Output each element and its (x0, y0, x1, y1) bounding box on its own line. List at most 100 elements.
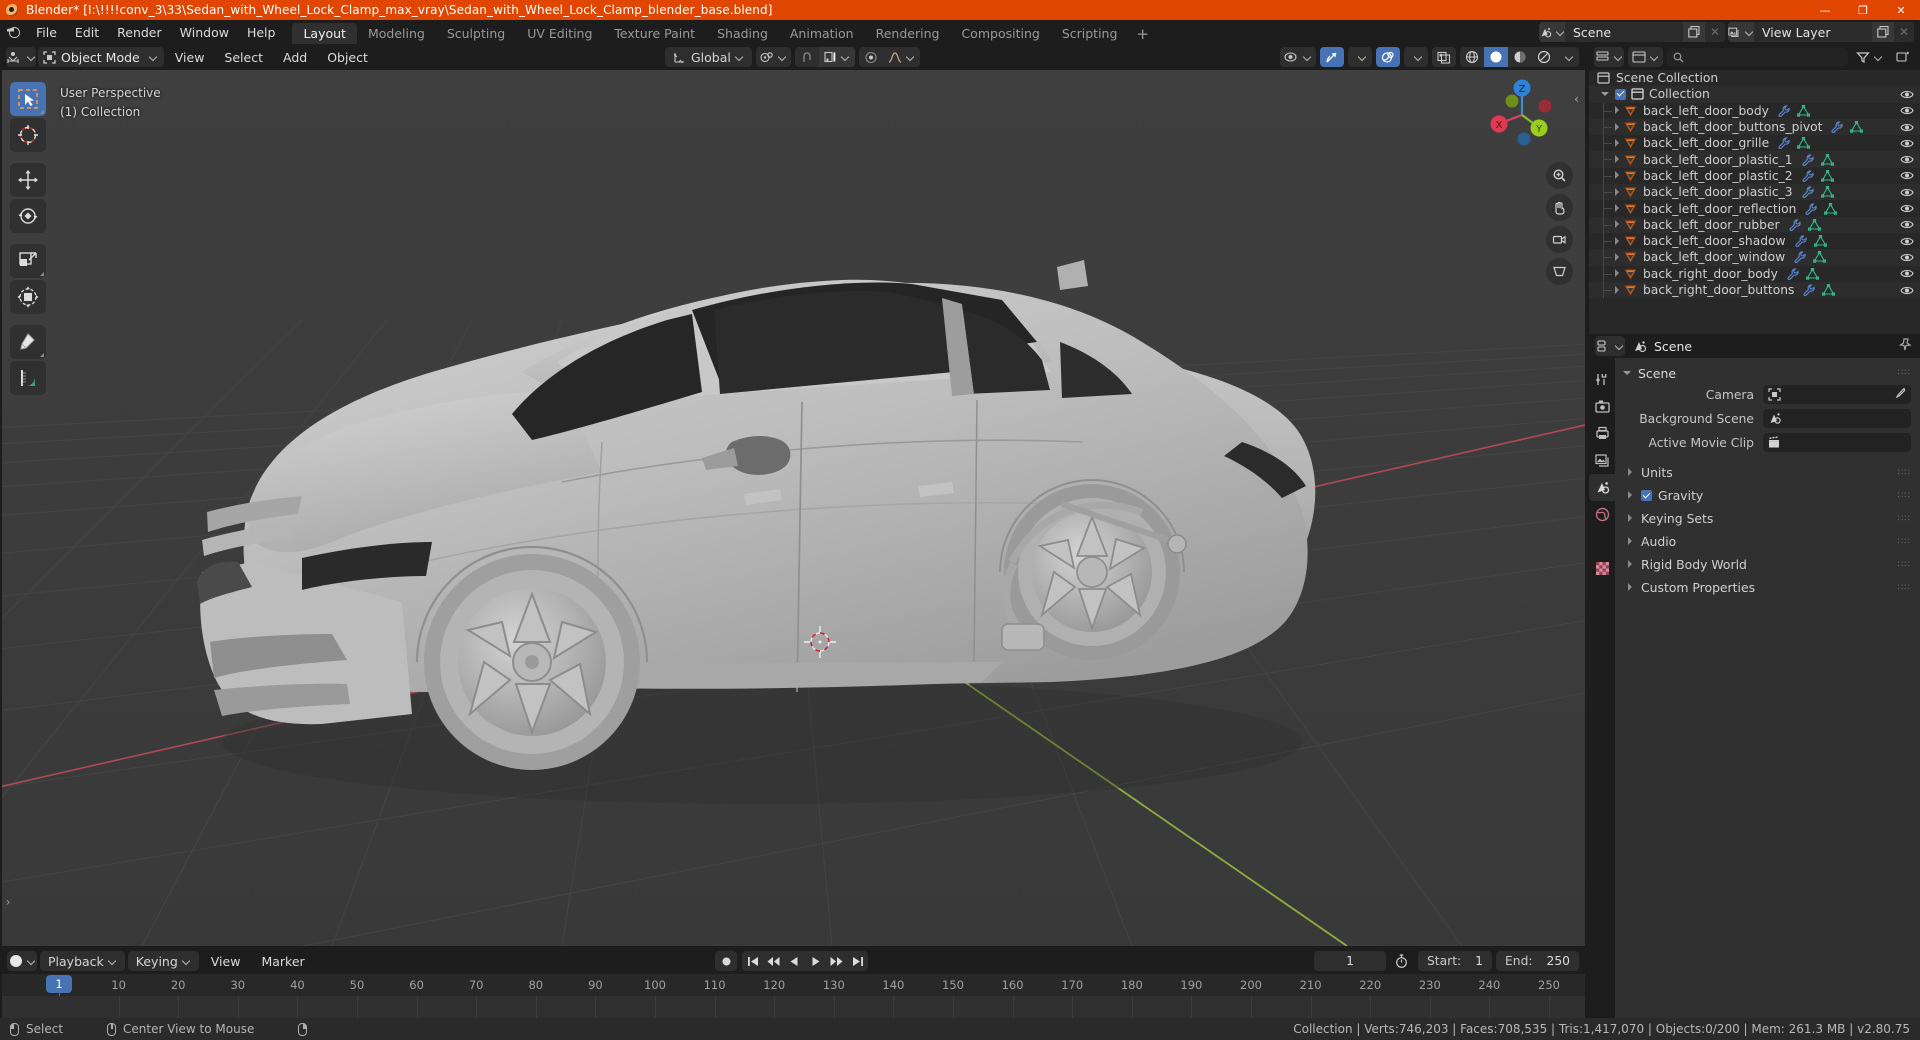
viewport-toolbar-toggle[interactable]: › (2, 892, 14, 912)
object-expand-arrow[interactable] (1613, 138, 1622, 148)
viewport-menu-view[interactable]: View (166, 47, 214, 67)
section-expand-arrow[interactable] (1626, 468, 1635, 477)
properties-section-header[interactable]: Custom Properties ∷∷ (1615, 577, 1920, 598)
move-tool[interactable] (10, 163, 46, 197)
properties-section-header[interactable]: Gravity ∷∷ (1615, 485, 1920, 506)
scene-panel-header[interactable]: Scene ∷∷ (1615, 362, 1920, 384)
viewport-menu-object[interactable]: Object (318, 47, 377, 67)
new-view-layer-button[interactable] (1872, 22, 1894, 42)
outliner-object-row[interactable]: back_right_door_buttons (1589, 281, 1920, 299)
timeline-menu-keying[interactable]: Keying (127, 951, 199, 971)
mesh-data-icon[interactable] (1824, 202, 1838, 215)
shading-wireframe-button[interactable] (1460, 47, 1484, 67)
mesh-data-icon[interactable] (1850, 121, 1864, 133)
jump-to-prev-keyframe-button[interactable] (763, 951, 784, 971)
transform-tool[interactable] (10, 280, 46, 314)
object-visibility-toggle[interactable] (1900, 170, 1914, 181)
jump-to-end-button[interactable] (847, 951, 868, 971)
section-expand-arrow[interactable] (1626, 537, 1635, 546)
scale-tool[interactable] (10, 244, 46, 278)
tab-uv-editing[interactable]: UV Editing (516, 23, 603, 44)
scene-selector[interactable]: Scene ✕ (1539, 22, 1725, 42)
modifier-wrench-icon[interactable] (1778, 137, 1790, 150)
viewport-canvas[interactable]: User Perspective (1) Collection Z X Y ‹ … (2, 70, 1585, 946)
properties-section-header[interactable]: Audio ∷∷ (1615, 531, 1920, 552)
modifier-wrench-icon[interactable] (1831, 121, 1844, 134)
select-box-tool[interactable] (10, 82, 46, 116)
outliner-object-row[interactable]: back_left_door_plastic_3 (1589, 184, 1920, 201)
properties-section-header[interactable]: Rigid Body World ∷∷ (1615, 554, 1920, 575)
tab-render[interactable] (1589, 393, 1615, 420)
add-workspace-button[interactable]: + (1128, 23, 1157, 44)
timeline-ruler[interactable]: 10 20 30 40 50 60 70 80 90 100 110 120 130 140 150 160 1… (2, 974, 1585, 996)
mesh-data-icon[interactable] (1820, 153, 1834, 166)
mesh-data-icon[interactable] (1797, 137, 1811, 150)
start-frame-field[interactable]: Start: 1 (1417, 951, 1492, 971)
object-visibility-toggle[interactable] (1900, 219, 1914, 230)
tab-modeling[interactable]: Modeling (357, 23, 436, 44)
timeline-editor-type[interactable] (7, 951, 37, 971)
section-expand-arrow[interactable] (1626, 491, 1635, 500)
jump-to-next-keyframe-button[interactable] (826, 951, 847, 971)
rotate-tool[interactable] (10, 199, 46, 233)
modifier-wrench-icon[interactable] (1789, 219, 1801, 231)
timeline-menu-view[interactable]: View (202, 951, 250, 971)
object-visibility-toggle[interactable] (1900, 154, 1914, 165)
object-expand-arrow[interactable] (1613, 122, 1622, 132)
outliner-search-field[interactable] (1667, 48, 1848, 66)
timeline-menu-playback[interactable]: Playback (40, 951, 125, 971)
object-expand-arrow[interactable] (1613, 155, 1622, 164)
proportional-edit-toggle[interactable] (859, 47, 883, 67)
section-expand-arrow[interactable] (1626, 583, 1635, 592)
end-frame-field[interactable]: End: 250 (1496, 951, 1579, 971)
mesh-data-icon[interactable] (1820, 169, 1834, 182)
object-visibility-toggle[interactable] (1900, 236, 1914, 247)
tab-texture-paint[interactable]: Texture Paint (603, 23, 706, 44)
menu-edit[interactable]: Edit (66, 22, 108, 42)
tab-animation[interactable]: Animation (779, 23, 865, 44)
mesh-data-icon[interactable] (1807, 218, 1821, 231)
maximize-button[interactable]: ❐ (1844, 0, 1882, 20)
modifier-wrench-icon[interactable] (1778, 105, 1790, 117)
tab-layout[interactable]: Layout (292, 23, 357, 44)
pan-hand-icon[interactable] (1545, 194, 1573, 221)
view-layer-selector[interactable]: View Layer ✕ (1728, 22, 1914, 42)
modifier-wrench-icon[interactable] (1802, 154, 1814, 166)
mesh-data-icon[interactable] (1820, 186, 1834, 198)
outliner-object-row[interactable]: back_left_door_plastic_2 (1589, 167, 1920, 185)
object-expand-arrow[interactable] (1613, 252, 1622, 262)
section-checkbox[interactable] (1641, 490, 1652, 501)
menu-file[interactable]: File (27, 22, 66, 42)
mesh-data-icon[interactable] (1805, 267, 1819, 280)
outliner-row-scene-collection[interactable]: Scene Collection (1589, 70, 1920, 86)
snap-mode-selector[interactable] (818, 47, 855, 67)
object-expand-arrow[interactable] (1613, 236, 1622, 246)
properties-editor-type[interactable] (1595, 336, 1625, 356)
object-visibility-toggle[interactable] (1900, 252, 1914, 263)
remove-view-layer-button[interactable]: ✕ (1894, 22, 1914, 42)
gizmo-toggle-button[interactable] (1320, 47, 1344, 67)
auto-keying-button[interactable] (715, 951, 737, 971)
object-visibility-toggle[interactable] (1900, 285, 1914, 296)
object-expand-arrow[interactable] (1613, 269, 1622, 278)
interaction-mode-selector[interactable]: Object Mode (38, 47, 164, 67)
tab-scripting[interactable]: Scripting (1051, 23, 1129, 44)
annotate-tool[interactable] (10, 325, 46, 359)
editor-type-selector[interactable] (6, 47, 36, 67)
outliner-filter-button[interactable] (1852, 47, 1887, 67)
properties-section-header[interactable]: Keying Sets ∷∷ (1615, 508, 1920, 529)
mesh-data-icon[interactable] (1822, 284, 1836, 296)
tab-scene[interactable] (1589, 474, 1615, 501)
object-expand-arrow[interactable] (1613, 285, 1622, 295)
mesh-data-icon[interactable] (1813, 235, 1827, 247)
tab-world[interactable] (1589, 501, 1615, 528)
viewport-sidebar-toggle[interactable]: ‹ (1570, 88, 1583, 110)
outliner-object-row[interactable]: back_right_door_body (1589, 265, 1920, 282)
properties-section-header[interactable]: Units ∷∷ (1615, 462, 1920, 483)
tab-output[interactable] (1589, 420, 1615, 447)
blender-menu-icon[interactable] (6, 25, 21, 40)
object-visibility-toggle[interactable] (1900, 203, 1914, 214)
outliner-row-collection[interactable]: Collection (1589, 86, 1920, 103)
xray-toggle-button[interactable] (1432, 47, 1456, 67)
camera-icon[interactable] (1545, 226, 1573, 253)
